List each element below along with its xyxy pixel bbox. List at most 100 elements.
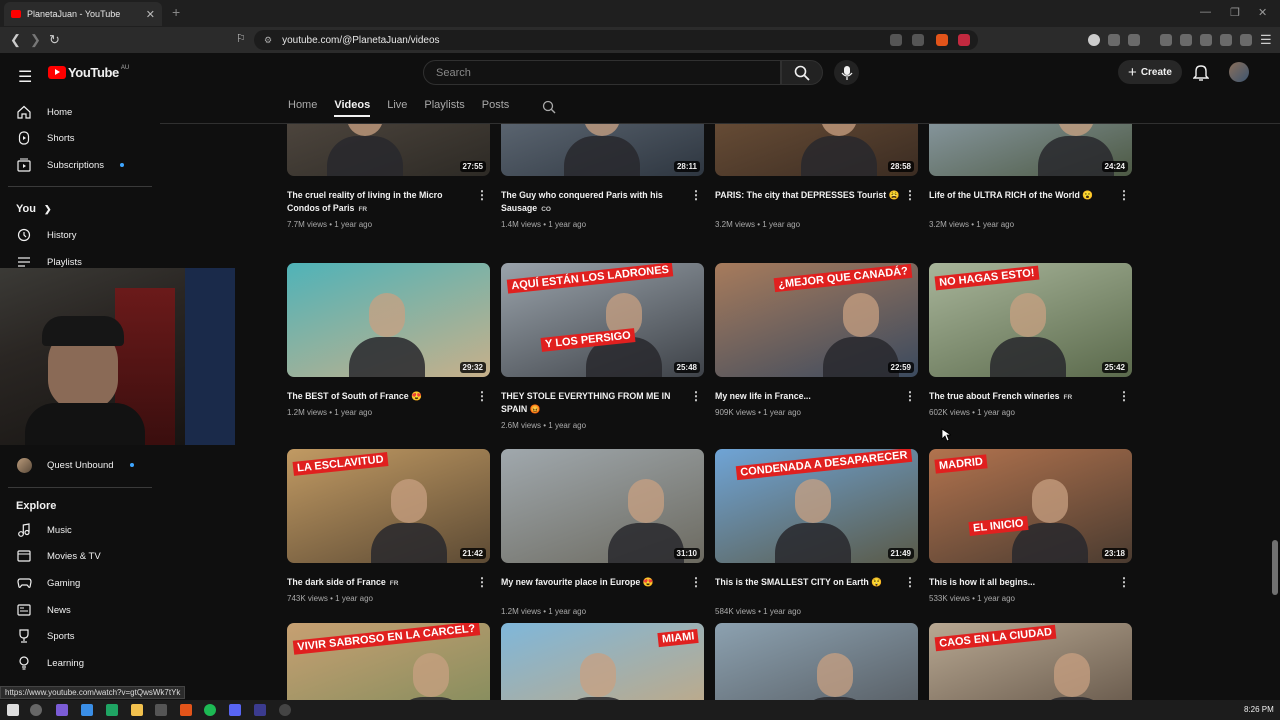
person-figure	[369, 293, 405, 337]
browser-tab[interactable]: PlanetaJuan - YouTube ✕	[4, 2, 162, 26]
video-thumbnail[interactable]: 31:10	[501, 449, 704, 563]
media-icon[interactable]	[1160, 34, 1172, 46]
wallet-icon[interactable]	[1200, 34, 1212, 46]
tab-posts[interactable]: Posts	[482, 99, 510, 117]
video-title[interactable]: The cruel reality of living in the Micro…	[287, 189, 472, 216]
taskbar-search-icon[interactable]	[30, 704, 42, 716]
extension-s-icon[interactable]	[1088, 34, 1100, 46]
more-actions-icon[interactable]: ⋮	[1118, 188, 1130, 202]
new-tab-button[interactable]: +	[172, 4, 180, 20]
obs-icon[interactable]	[279, 704, 291, 716]
tab-videos[interactable]: Videos	[334, 99, 371, 117]
upload-age: 1 year ago	[548, 220, 587, 229]
video-thumbnail[interactable]: CAOS EN LA CIUDAD	[929, 623, 1132, 700]
video-title[interactable]: My new life in France...	[715, 390, 900, 403]
tab-playlists[interactable]: Playlists	[424, 99, 464, 117]
discord-icon[interactable]	[229, 704, 241, 716]
video-duration: 21:42	[459, 548, 486, 559]
video-thumbnail[interactable]: AQUÍ ESTÁN LOS LADRONES Y LOS PERSIGO 25:4…	[501, 263, 704, 377]
forward-icon[interactable]: ❯	[30, 32, 41, 48]
more-actions-icon[interactable]: ⋮	[476, 188, 488, 202]
brave-browser-icon[interactable]	[180, 704, 192, 716]
maximize-icon[interactable]: ❐	[1230, 6, 1240, 19]
video-thumbnail[interactable]: 29:32	[287, 263, 490, 377]
file-explorer-icon[interactable]	[131, 704, 143, 716]
upload-age: 1 year ago	[335, 594, 373, 603]
video-title[interactable]: PARIS: The city that DEPRESSES Tourist 😩	[715, 189, 900, 202]
sidebar-item-home[interactable]: Home	[16, 101, 72, 123]
more-actions-icon[interactable]: ⋮	[690, 188, 702, 202]
more-actions-icon[interactable]: ⋮	[1118, 575, 1130, 589]
page-scrollbar[interactable]	[1270, 123, 1280, 700]
tab-live[interactable]: Live	[387, 99, 407, 117]
windows-start-icon[interactable]	[7, 704, 19, 716]
search-input[interactable]: Search	[423, 60, 781, 85]
more-actions-icon[interactable]: ⋮	[904, 389, 916, 403]
screen-icon[interactable]	[890, 34, 902, 46]
video-thumbnail[interactable]: 28:58	[715, 124, 918, 176]
taskbar-app-icon[interactable]	[81, 704, 93, 716]
brave-rewards-icon[interactable]	[958, 34, 970, 46]
close-tab-icon[interactable]: ✕	[146, 8, 155, 21]
taskbar-app-icon[interactable]	[56, 704, 68, 716]
channel-search-icon[interactable]	[542, 100, 556, 114]
extension-icon[interactable]	[1128, 34, 1140, 46]
video-thumbnail[interactable]: NO HAGAS ESTO! 25:42	[929, 263, 1132, 377]
site-info-icon[interactable]: ⚙	[264, 35, 272, 46]
person-figure	[371, 523, 447, 563]
video-title[interactable]: The dark side of France FR	[287, 576, 472, 590]
video-title[interactable]: Life of the ULTRA RICH of the World 😮	[929, 189, 1114, 202]
vpn-icon[interactable]	[1240, 34, 1252, 46]
sidebar-label: Home	[47, 106, 73, 118]
video-title[interactable]: This is how it all begins...	[929, 576, 1114, 589]
taskbar-app-icon[interactable]	[254, 704, 266, 716]
reload-icon[interactable]: ↻	[49, 32, 60, 48]
more-actions-icon[interactable]: ⋮	[904, 575, 916, 589]
video-title[interactable]: The true about French wineries FR	[929, 390, 1114, 404]
upload-age: 1 year ago	[762, 220, 801, 229]
video-title[interactable]: My new favourite place in Europe 😍	[501, 576, 686, 589]
video-thumbnail[interactable]: MADRID EL INICIO 23:18	[929, 449, 1132, 563]
more-actions-icon[interactable]: ⋮	[690, 389, 702, 403]
close-window-icon[interactable]: ✕	[1258, 6, 1267, 19]
bookmark-icon[interactable]: ⚐	[236, 32, 246, 45]
spotify-icon[interactable]	[204, 704, 216, 716]
taskbar-app-icon[interactable]	[106, 704, 118, 716]
tab-home[interactable]: Home	[288, 99, 317, 117]
voice-search-button[interactable]	[834, 60, 859, 85]
video-thumbnail[interactable]	[715, 623, 918, 700]
back-icon[interactable]: ❮	[10, 32, 21, 48]
video-thumbnail[interactable]: 27:55	[287, 124, 490, 176]
minimize-icon[interactable]: —	[1200, 6, 1211, 18]
more-actions-icon[interactable]: ⋮	[904, 188, 916, 202]
video-thumbnail[interactable]: ¿MEJOR QUE CANADÁ? 22:59	[715, 263, 918, 377]
extensions-icon[interactable]	[1108, 34, 1120, 46]
address-bar[interactable]: ⚙ youtube.com/@PlanetaJuan/videos	[254, 30, 978, 50]
brave-shield-icon[interactable]	[936, 34, 948, 46]
sidebar-toggle-icon[interactable]	[1180, 34, 1192, 46]
video-thumbnail[interactable]: 28:11	[501, 124, 704, 176]
video-thumbnail[interactable]: 24:24	[929, 124, 1132, 176]
share-icon[interactable]	[912, 34, 924, 46]
upload-age: 1 year ago	[976, 220, 1015, 229]
video-title[interactable]: The Guy who conquered Paris with his Sau…	[501, 189, 686, 216]
more-actions-icon[interactable]: ⋮	[1118, 389, 1130, 403]
taskbar-app-icon[interactable]	[155, 704, 167, 716]
menu-icon[interactable]: ☰	[1260, 32, 1272, 48]
scrollbar-thumb[interactable]	[1272, 540, 1278, 595]
create-button[interactable]: + Create	[1118, 60, 1182, 84]
search-button[interactable]	[781, 60, 823, 85]
video-title[interactable]: THEY STOLE EVERYTHING FROM ME IN SPAIN 😡	[501, 390, 686, 416]
more-actions-icon[interactable]: ⋮	[690, 575, 702, 589]
leo-icon[interactable]	[1220, 34, 1232, 46]
more-actions-icon[interactable]: ⋮	[476, 389, 488, 403]
notifications-bell-icon[interactable]	[1193, 63, 1209, 81]
video-thumbnail[interactable]: LA ESCLAVITUD 21:42	[287, 449, 490, 563]
more-actions-icon[interactable]: ⋮	[476, 575, 488, 589]
video-thumbnail[interactable]: CONDENADA A DESAPARECER 21:49	[715, 449, 918, 563]
account-avatar[interactable]	[1229, 62, 1249, 82]
video-thumbnail[interactable]: VIVIR SABROSO EN LA CARCEL?	[287, 623, 490, 700]
video-title[interactable]: This is the SMALLEST CITY on Earth 😲	[715, 576, 900, 589]
video-thumbnail[interactable]: MIAMI	[501, 623, 704, 700]
video-title[interactable]: The BEST of South of France 😍	[287, 390, 472, 403]
